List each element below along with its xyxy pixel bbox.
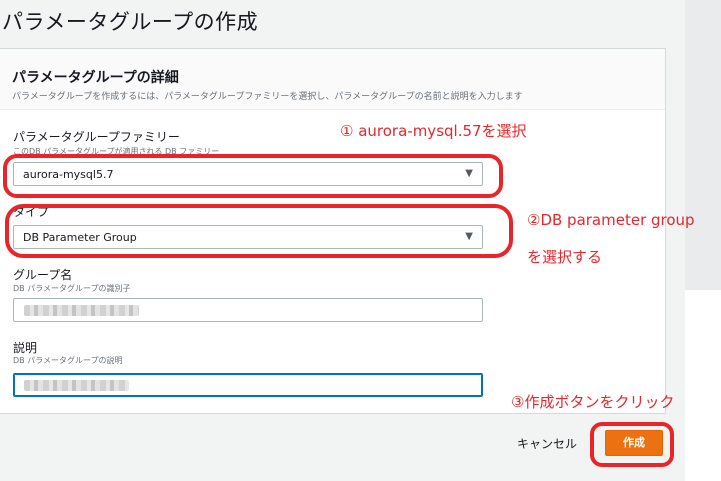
right-gutter (685, 0, 721, 481)
panel-title: パラメータグループの詳細 (12, 70, 179, 86)
annotation-step1: ① aurora-mysql.57を選択 (340, 122, 527, 140)
gutter-shade (685, 0, 721, 290)
blurred-value (24, 305, 139, 316)
description-label: 説明 (13, 341, 38, 355)
panel-header: パラメータグループの詳細 パラメータグループを作成するには、パラメータグループフ… (0, 49, 665, 110)
annotation-ring-create (590, 422, 674, 467)
annotation-step2-line1: ②DB parameter group (527, 211, 695, 229)
annotation-ring-family (3, 154, 503, 198)
cancel-button[interactable]: キャンセル (517, 435, 577, 452)
panel-description: パラメータグループを作成するには、パラメータグループファミリーを選択し、パラメー… (12, 92, 523, 102)
group-name-description: DB パラメータグループの識別子 (13, 284, 131, 293)
annotation-step3: ③作成ボタンをクリック (511, 393, 675, 411)
annotation-ring-type (5, 204, 513, 258)
blurred-value (24, 380, 129, 391)
family-label: パラメータグループファミリー (13, 130, 180, 144)
group-name-input[interactable] (13, 298, 483, 322)
group-name-label: グループ名 (13, 268, 73, 282)
page-title: パラメータグループの作成 (2, 10, 259, 34)
description-input[interactable] (13, 373, 483, 397)
annotation-step2-line2: を選択する (527, 248, 603, 266)
description-description: DB パラメータグループの説明 (13, 356, 123, 365)
